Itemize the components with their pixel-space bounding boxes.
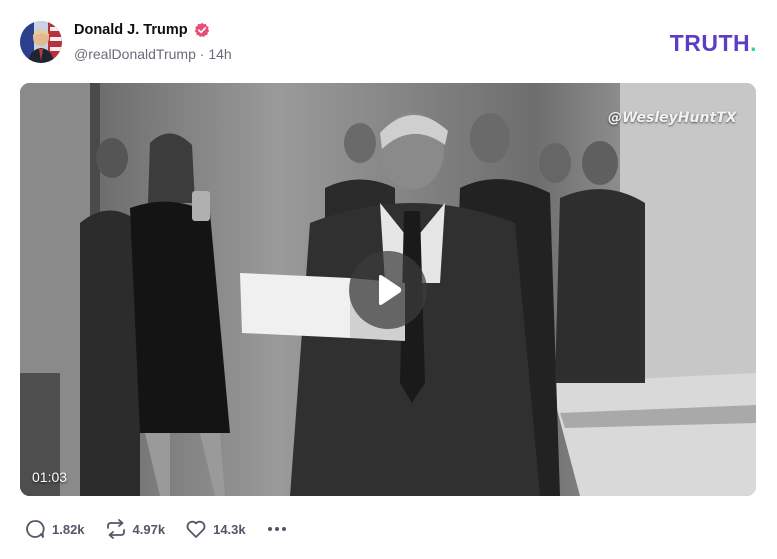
avatar-image xyxy=(20,21,62,63)
meta-separator: · xyxy=(199,46,205,62)
video-player[interactable]: @WesleyHuntTX 01:03 xyxy=(20,83,756,496)
avatar[interactable] xyxy=(20,21,62,63)
logo-text: TRUTH xyxy=(669,30,751,56)
retruth-count: 4.97k xyxy=(132,521,166,537)
reply-button[interactable]: 1.82k xyxy=(24,518,85,540)
like-button[interactable]: 14.3k xyxy=(185,518,246,540)
retruth-button[interactable]: 4.97k xyxy=(105,518,166,540)
author-name-row: Donald J. Trump xyxy=(74,22,210,38)
video-duration: 01:03 xyxy=(32,469,68,485)
verified-badge-icon xyxy=(194,22,209,37)
logo-dot: . xyxy=(750,30,757,56)
author-handle-row: @realDonaldTrump · 14h xyxy=(74,46,232,62)
truth-social-logo[interactable]: TRUTH. xyxy=(670,30,757,57)
more-options-button[interactable] xyxy=(266,518,288,540)
truth-post: Donald J. Trump @realDonaldTrump · 14h T… xyxy=(0,0,777,559)
heart-icon xyxy=(186,520,206,538)
action-bar: 1.82k 4.97k 14.3k xyxy=(24,516,288,542)
post-time[interactable]: 14h xyxy=(208,46,231,62)
more-icon xyxy=(267,527,286,531)
like-count: 14.3k xyxy=(213,521,246,537)
play-icon xyxy=(379,275,402,305)
reply-icon xyxy=(26,520,45,538)
video-watermark: @WesleyHuntTX xyxy=(608,110,737,126)
retruth-icon xyxy=(106,519,125,539)
author-handle[interactable]: @realDonaldTrump xyxy=(74,46,196,62)
play-button[interactable] xyxy=(349,251,427,329)
reply-count: 1.82k xyxy=(52,521,85,537)
author-display-name[interactable]: Donald J. Trump xyxy=(74,22,188,38)
